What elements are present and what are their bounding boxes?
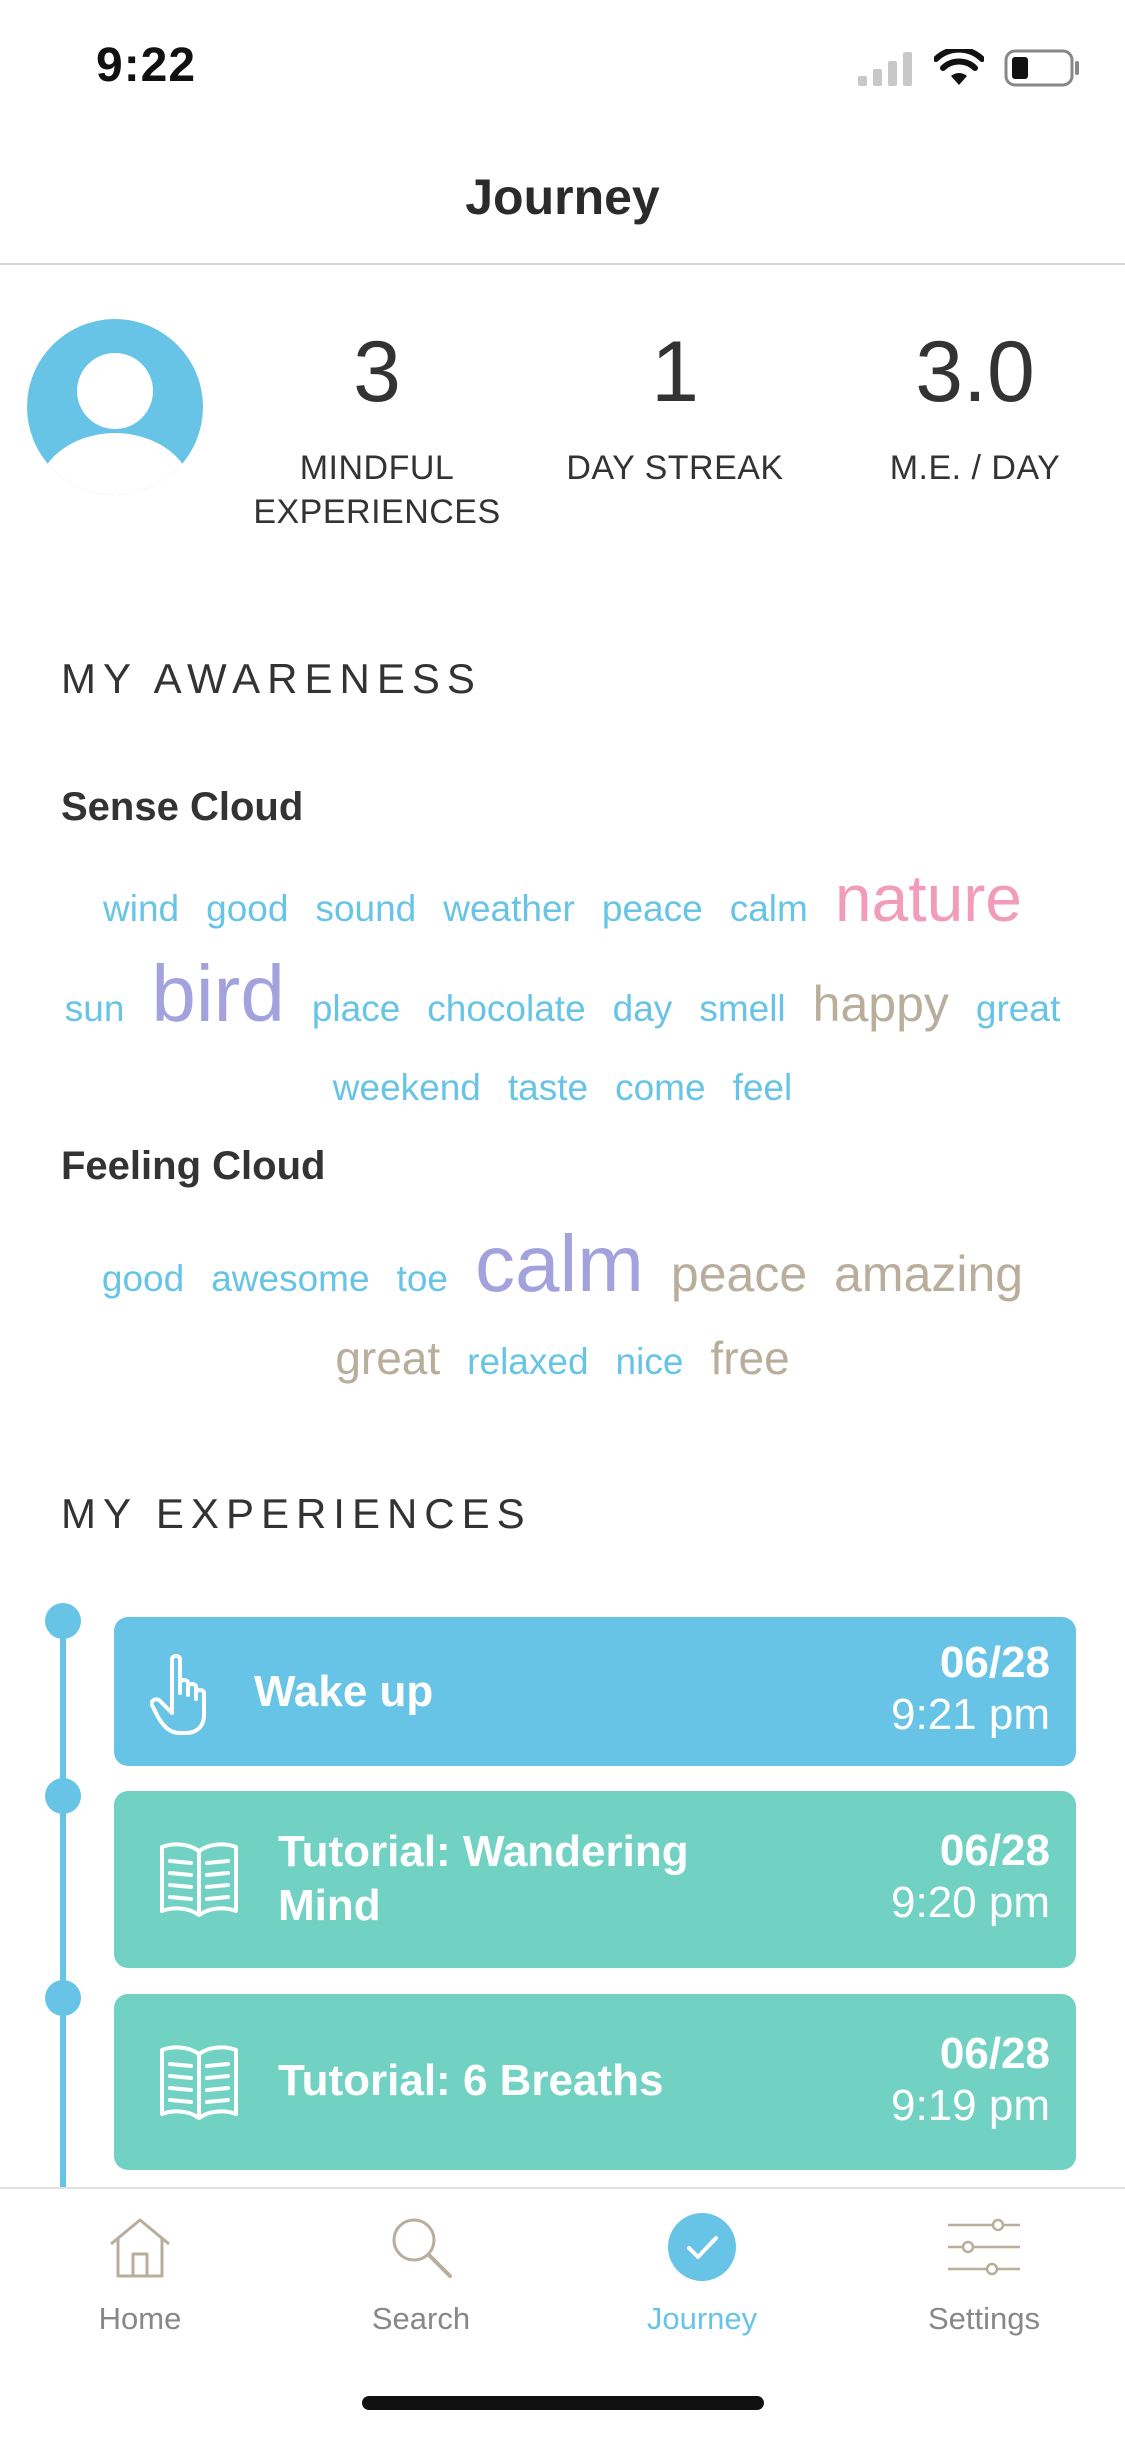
cloud-word[interactable]: sun [65,964,125,1054]
feeling-cloud: good awesome toe calm peace amazing grea… [60,1220,1065,1397]
cloud-word[interactable]: day [613,964,673,1054]
tab-label: Journey [646,2301,758,2336]
wifi-icon [934,49,984,85]
tab-search[interactable]: Search [321,2209,521,2337]
section-title-awareness: MY AWARENESS [61,655,482,702]
experience-datetime: 06/28 9:21 pm [891,1638,1050,1739]
stat-label: DAY STREAK [566,449,784,487]
timeline-dot [45,1603,81,1639]
timeline-line [60,1620,66,2190]
cloud-word[interactable]: good [206,873,288,945]
cloud-word[interactable]: weekend [333,1058,481,1118]
stat-value: 3 [353,324,401,420]
sense-cloud: wind good sound weather peace calm natur… [60,862,1065,1118]
timeline-dot [45,1778,81,1814]
stat-value: 3.0 [915,324,1035,420]
cloud-word[interactable]: peace [602,873,703,945]
hand-pointer-icon [150,1654,206,1735]
cloud-word[interactable]: bird [151,949,284,1039]
cloud-word[interactable]: toe [397,1235,448,1323]
sense-cloud-title: Sense Cloud [61,785,304,829]
cloud-word[interactable]: come [615,1058,705,1118]
sliders-icon [948,2218,1020,2276]
section-title-experiences: MY EXPERIENCES [61,1490,532,1537]
battery-icon [1004,49,1079,87]
experience-title: Tutorial: Wandering Mind [278,1827,689,1930]
cloud-word[interactable]: weather [443,873,575,945]
timeline-dot [45,1980,81,2016]
home-icon [110,2218,170,2278]
cloud-word[interactable]: calm [475,1220,644,1308]
status-time: 9:22 [96,39,197,92]
stat-me-per-day: 3.0 M.E. / DAY [840,322,1110,490]
status-icons [858,48,1080,88]
book-icon [160,1842,238,1917]
cloud-word[interactable]: good [102,1235,184,1323]
cloud-word[interactable]: free [710,1323,789,1393]
tab-journey[interactable]: Journey [602,2209,802,2337]
cloud-word[interactable]: feel [733,1058,793,1118]
stat-label: MINDFUL EXPERIENCES [253,449,501,531]
cloud-word[interactable]: amazing [834,1230,1023,1318]
search-icon [392,2218,452,2278]
page-title: Journey [465,169,660,225]
feeling-cloud-title: Feeling Cloud [61,1144,326,1188]
cloud-word[interactable]: calm [730,873,808,945]
tab-label: Settings [927,2301,1040,2336]
experience-card[interactable]: Tutorial: 6 Breaths 06/28 9:19 pm [114,1994,1076,2170]
signal-icon [858,52,912,86]
avatar[interactable] [27,319,203,495]
cloud-word[interactable]: sound [315,873,416,945]
experience-card[interactable]: Wake up 06/28 9:21 pm [114,1617,1076,1766]
experience-datetime: 06/28 9:19 pm [891,2029,1050,2130]
cloud-word[interactable]: peace [671,1230,807,1318]
nav-divider [0,263,1125,265]
cloud-word[interactable]: place [312,964,400,1054]
cloud-word[interactable]: wind [103,873,179,945]
stat-day-streak: 1 DAY STREAK [540,322,810,490]
cloud-word[interactable]: nature [835,862,1022,934]
status-bar: 9:22 [0,0,1125,140]
check-circle-icon [668,2213,736,2281]
stat-value: 1 [651,324,699,420]
stat-mindful-experiences: 3 MINDFUL EXPERIENCES [232,322,522,534]
cloud-word[interactable]: great [976,979,1060,1039]
home-indicator[interactable] [362,2396,764,2410]
stat-label: M.E. / DAY [889,449,1061,487]
experience-title: Wake up [254,1667,434,1716]
book-icon [160,2045,238,2120]
tab-settings[interactable]: Settings [884,2209,1084,2337]
cloud-word[interactable]: great [335,1323,440,1393]
tab-label: Search [371,2301,471,2336]
tab-home[interactable]: Home [40,2209,240,2337]
cloud-word[interactable]: happy [813,959,949,1049]
cloud-word[interactable]: smell [699,964,785,1054]
cloud-word[interactable]: nice [616,1327,684,1397]
experience-title: Tutorial: 6 Breaths [278,2056,664,2105]
tab-label: Home [98,2301,182,2336]
experience-datetime: 06/28 9:20 pm [891,1826,1050,1927]
cloud-word[interactable]: awesome [211,1235,369,1323]
cloud-word[interactable]: chocolate [427,964,585,1054]
experience-card[interactable]: Tutorial: Wandering Mind 06/28 9:20 pm [114,1791,1076,1968]
user-silhouette-icon [37,353,193,495]
cloud-word[interactable]: taste [508,1058,588,1118]
cloud-word[interactable]: relaxed [467,1327,588,1397]
